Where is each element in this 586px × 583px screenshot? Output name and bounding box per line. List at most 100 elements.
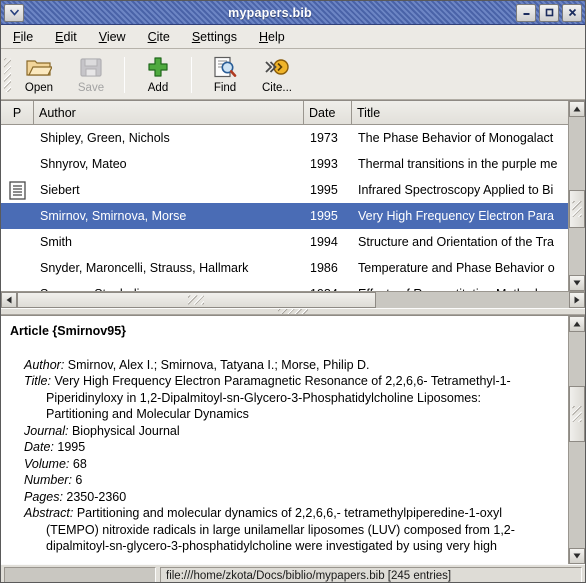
field-author-name: Author: xyxy=(24,357,65,372)
table-row[interactable]: Snyder, Maroncelli, Strauss, Hallmark 19… xyxy=(1,255,568,281)
field-journal: Journal: Biophysical Journal xyxy=(10,423,559,440)
field-number-value: 6 xyxy=(75,473,83,487)
menu-bar: File Edit View Cite Settings Help xyxy=(1,25,585,49)
cite-button-label: Cite... xyxy=(261,82,293,94)
thumb-grip xyxy=(572,406,582,423)
row-author: Sprague, Staehelin xyxy=(34,287,304,291)
application-window: mypapers.bib File Edit View Cite Setting… xyxy=(0,0,586,583)
close-button[interactable] xyxy=(562,3,582,22)
table-row[interactable]: Smith 1994 Structure and Orientation of … xyxy=(1,229,568,255)
row-marker-cell xyxy=(1,180,34,200)
add-button[interactable]: Add xyxy=(132,51,184,99)
menu-label: dit xyxy=(63,29,77,44)
document-search-icon xyxy=(213,54,237,80)
menu-label: ettings xyxy=(200,29,238,44)
menu-accelerator: H xyxy=(259,29,269,44)
detail-scroll-up-button[interactable] xyxy=(569,316,585,332)
menu-accelerator: F xyxy=(13,29,21,44)
menu-label: elp xyxy=(268,29,285,44)
detail-scroll-down-button[interactable] xyxy=(569,548,585,564)
field-date: Date: 1995 xyxy=(10,439,559,456)
column-header-title[interactable]: Title xyxy=(352,101,568,124)
field-volume-value: 68 xyxy=(72,456,87,471)
menu-view[interactable]: View xyxy=(97,29,128,45)
menu-accelerator: C xyxy=(147,29,157,44)
document-icon xyxy=(9,180,26,200)
list-scroll-up-button[interactable] xyxy=(569,101,585,117)
menu-cite[interactable]: Cite xyxy=(146,29,172,45)
column-header-date[interactable]: Date xyxy=(304,101,352,124)
list-horizontal-scrollbar[interactable] xyxy=(1,291,585,308)
row-date: 1994 xyxy=(310,235,338,249)
menu-label: iew xyxy=(106,29,126,44)
maximize-icon xyxy=(545,8,553,17)
table-row[interactable]: Shnyrov, Mateo 1993 Thermal transitions … xyxy=(1,151,568,177)
list-vertical-scrollbar[interactable] xyxy=(568,101,585,291)
row-date: 1993 xyxy=(310,157,338,171)
field-journal-value: Biophysical Journal xyxy=(71,423,180,438)
column-header-p[interactable]: P xyxy=(1,101,34,124)
menu-edit[interactable]: Edit xyxy=(53,29,79,45)
list-horizontal-thumb[interactable] xyxy=(17,292,376,308)
menu-file[interactable]: File xyxy=(11,29,35,45)
field-volume-name: Volume: xyxy=(24,456,70,471)
minimize-button[interactable] xyxy=(516,3,536,22)
menu-accelerator: E xyxy=(55,29,64,44)
toolbar-grip[interactable] xyxy=(1,51,13,99)
detail-vertical-thumb[interactable] xyxy=(569,386,585,443)
menu-settings[interactable]: Settings xyxy=(190,29,239,45)
table-row[interactable]: Sprague, Staehelin 1984 Effects of Recon… xyxy=(1,281,568,291)
field-number: Number: 6 xyxy=(10,472,559,489)
triangle-down-icon xyxy=(573,553,581,559)
field-abstract-cont-2: dipalmitoyl-sn-glycero-3-phosphatidylcho… xyxy=(46,539,497,553)
table-row[interactable]: Siebert 1995 Infrared Spectroscopy Appli… xyxy=(1,177,568,203)
list-scroll-down-button[interactable] xyxy=(569,275,585,291)
menu-help[interactable]: Help xyxy=(257,29,287,45)
field-journal-name: Journal: xyxy=(24,423,69,438)
menu-label: ite xyxy=(156,29,170,44)
column-header-author[interactable]: Author xyxy=(34,101,304,124)
list-vertical-track[interactable] xyxy=(569,117,585,275)
field-pages-name: Pages: xyxy=(24,489,63,504)
row-author: Smith xyxy=(40,235,72,249)
row-date: 1984 xyxy=(304,287,352,291)
table-body: Shipley, Green, Nichols 1973 The Phase B… xyxy=(1,125,568,291)
menu-accelerator: S xyxy=(191,29,201,44)
row-author: Shipley, Green, Nichols xyxy=(40,131,170,145)
field-abstract-cont-1: (TEMPO) nitroxide radicals in large unil… xyxy=(46,522,515,537)
green-plus-icon xyxy=(147,54,169,80)
find-button-label: Find xyxy=(213,82,237,94)
row-title: Temperature and Phase Behavior o xyxy=(358,261,555,275)
triangle-up-icon xyxy=(573,321,581,327)
save-button-label: Save xyxy=(77,82,105,94)
window-menu-button[interactable] xyxy=(4,3,24,22)
thumb-grip xyxy=(188,295,205,305)
entry-heading: Article {Smirnov95} xyxy=(10,324,127,338)
find-button[interactable]: Find xyxy=(199,51,251,99)
maximize-button[interactable] xyxy=(539,3,559,22)
panel-splitter[interactable] xyxy=(1,308,585,315)
detail-vertical-track[interactable] xyxy=(569,332,585,548)
status-left-panel xyxy=(4,567,156,582)
list-vertical-thumb[interactable] xyxy=(569,189,585,228)
field-title-name: Title: xyxy=(24,374,51,388)
status-message: file:///home/zkota/Docs/biblio/mypapers.… xyxy=(160,567,582,582)
list-scroll-left-button[interactable] xyxy=(1,292,17,308)
cite-button[interactable]: Cite... xyxy=(251,51,303,99)
table-row-selected[interactable]: Smirnov, Smirnova, Morse 1995 Very High … xyxy=(1,203,568,229)
list-horizontal-track[interactable] xyxy=(17,292,569,308)
open-button[interactable]: Open xyxy=(13,51,65,99)
field-number-name: Number: xyxy=(24,473,72,487)
row-title: Effects of Reconstitution Method on xyxy=(352,287,568,291)
list-scroll-right-button[interactable] xyxy=(569,292,585,308)
detail-vertical-scrollbar[interactable] xyxy=(568,316,585,564)
toolbar-separator-2 xyxy=(191,57,192,93)
triangle-left-icon xyxy=(6,296,12,304)
field-author: Author: Smirnov, Alex I.; Smirnova, Taty… xyxy=(10,357,559,374)
row-author: Snyder, Maroncelli, Strauss, Hallmark xyxy=(40,261,249,275)
open-button-label: Open xyxy=(24,82,54,94)
entry-detail-text: Article {Smirnov95} Author: Smirnov, Ale… xyxy=(1,316,568,564)
table-row[interactable]: Shipley, Green, Nichols 1973 The Phase B… xyxy=(1,125,568,151)
status-bar: file:///home/zkota/Docs/biblio/mypapers.… xyxy=(1,564,585,582)
save-button[interactable]: Save xyxy=(65,51,117,99)
